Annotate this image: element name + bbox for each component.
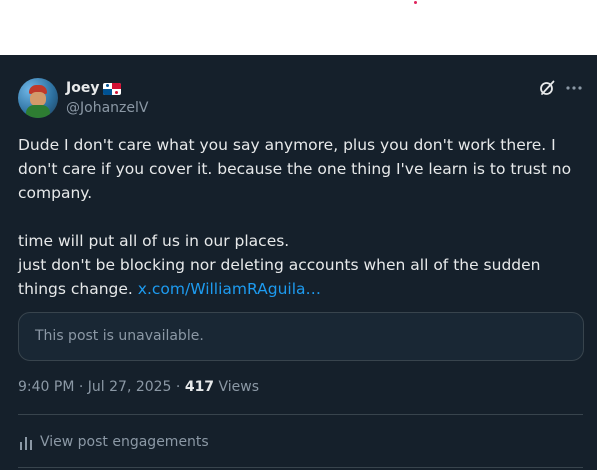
post-link[interactable]: x.com/WilliamRAguila… (138, 280, 321, 298)
post-line: Dude I don't care what you say anymore, … (18, 136, 556, 154)
top-strip (0, 0, 597, 55)
post-text: Dude I don't care what you say anymore, … (18, 133, 578, 301)
grok-icon[interactable] (538, 79, 556, 97)
avatar-face (30, 92, 46, 106)
panama-flag-icon (103, 83, 121, 95)
meta-separator: · (74, 379, 88, 395)
display-name[interactable]: Joey (66, 80, 99, 96)
bar-chart-icon (20, 437, 32, 450)
post-line: things change. (18, 280, 138, 298)
post-line: just don't be blocking nor deleting acco… (18, 256, 541, 274)
post-line: time will put all of us in our places. (18, 232, 290, 250)
notification-dot (414, 1, 417, 4)
unavailable-text: This post is unavailable. (35, 328, 204, 344)
user-handle[interactable]: @JohanzelV (66, 100, 148, 116)
avatar[interactable] (18, 78, 58, 118)
post-time[interactable]: 9:40 PM (18, 379, 74, 395)
quoted-post-unavailable: This post is unavailable. (18, 312, 584, 361)
views-label: Views (214, 379, 260, 395)
avatar-body (26, 105, 50, 118)
meta-separator: · (171, 379, 185, 395)
views-count: 417 (184, 379, 215, 395)
divider (18, 414, 583, 415)
post-date[interactable]: Jul 27, 2025 (88, 379, 172, 395)
post-line: don't care if you cover it. because the … (18, 160, 572, 178)
more-options-icon[interactable] (565, 79, 583, 97)
post-line: company. (18, 184, 93, 202)
view-engagements-label: View post engagements (40, 434, 209, 450)
post-meta: 9:40 PM · Jul 27, 2025 · 417 Views (18, 379, 259, 395)
divider (18, 467, 583, 468)
post-card: Joey @JohanzelV Dude I don't care what y… (0, 55, 597, 470)
